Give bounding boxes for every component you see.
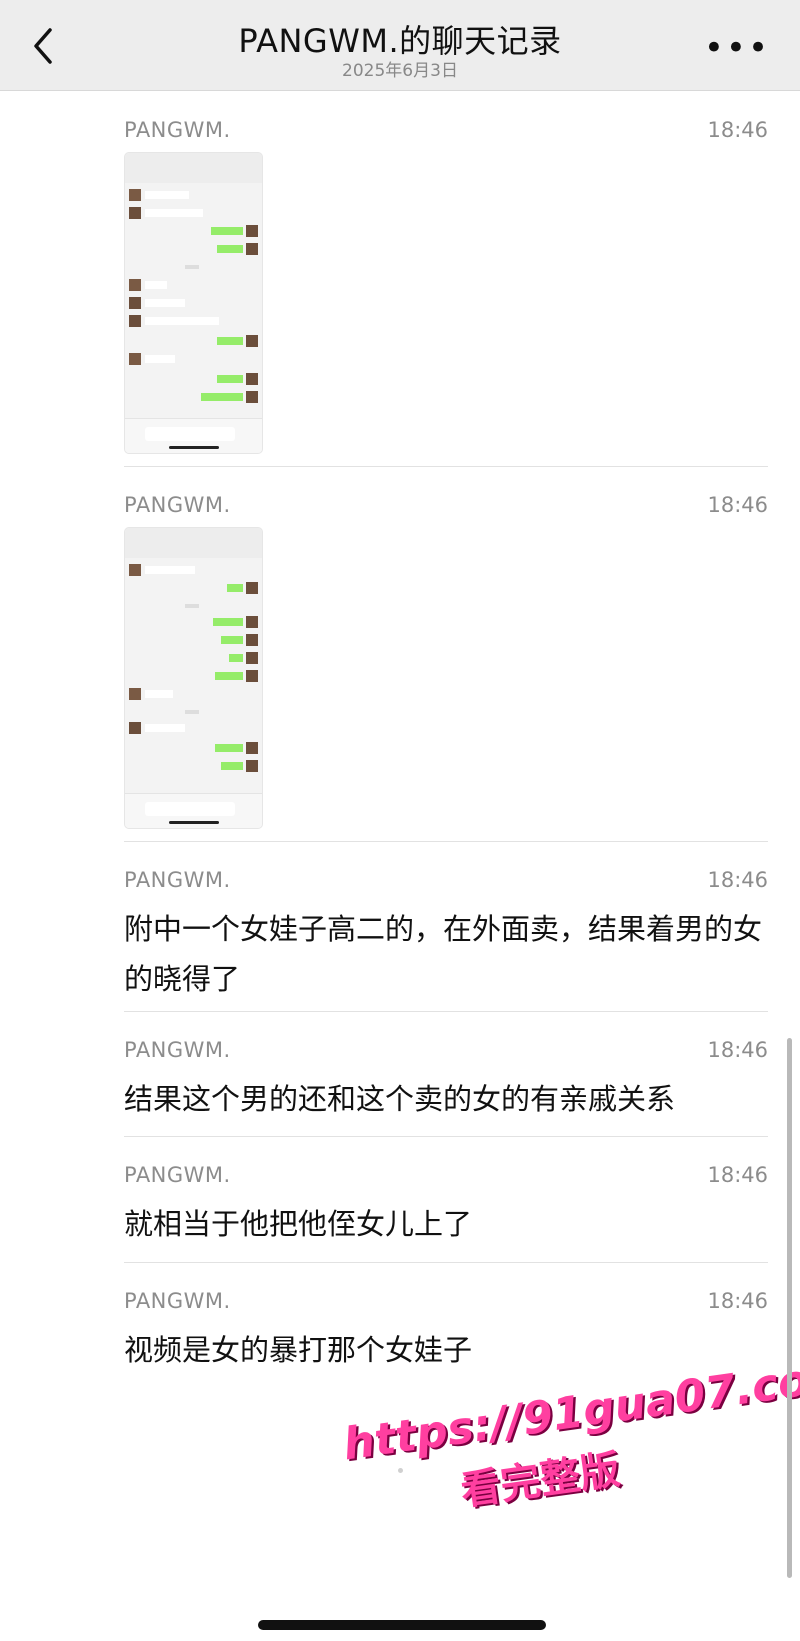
message-time: 18:46 xyxy=(707,118,768,142)
message-item: PANGWM. 18:46 附中一个女娃子高二的，在外面卖，结果着男的女的晓得了 xyxy=(124,868,768,1008)
thumbnail-chat-preview xyxy=(129,189,258,403)
message-sender: PANGWM. xyxy=(124,1038,231,1062)
message-sender: PANGWM. xyxy=(124,1289,231,1313)
message-sender: PANGWM. xyxy=(124,493,231,517)
thumbnail-input xyxy=(145,427,235,441)
thumbnail-input-bar xyxy=(125,793,262,828)
watermark: https://91gua07.com 看完整版 xyxy=(340,1348,800,1549)
message-time: 18:46 xyxy=(707,868,768,892)
message-time: 18:46 xyxy=(707,1289,768,1313)
message-text: 附中一个女娃子高二的，在外面卖，结果着男的女的晓得了 xyxy=(124,912,763,996)
message-item: PANGWM. 18:46 xyxy=(124,118,768,458)
chat-history-header: PANGWM.的聊天记录 2025年6月3日 ••• xyxy=(0,0,800,91)
message-item: PANGWM. 18:46 xyxy=(124,493,768,833)
divider xyxy=(124,1262,768,1263)
message-item: PANGWM. 18:46 就相当于他把他侄女儿上了 xyxy=(124,1163,768,1253)
divider xyxy=(124,1011,768,1012)
divider xyxy=(124,466,768,467)
message-text: 就相当于他把他侄女儿上了 xyxy=(124,1207,473,1241)
screenshot-thumbnail[interactable] xyxy=(124,152,263,454)
message-time: 18:46 xyxy=(707,1163,768,1187)
thumbnail-home-indicator xyxy=(169,446,219,449)
message-time: 18:46 xyxy=(707,1038,768,1062)
thumbnail-home-indicator xyxy=(169,821,219,824)
thumbnail-input-bar xyxy=(125,418,262,453)
thumbnail-top-bar xyxy=(125,528,262,558)
message-sender: PANGWM. xyxy=(124,868,231,892)
message-sender: PANGWM. xyxy=(124,1163,231,1187)
divider xyxy=(124,841,768,842)
more-dots-icon[interactable]: ••• xyxy=(704,28,770,68)
message-text: 结果这个男的还和这个卖的女的有亲戚关系 xyxy=(124,1082,676,1116)
scrollbar[interactable] xyxy=(787,1038,792,1578)
thumbnail-chat-preview xyxy=(129,564,258,772)
message-sender: PANGWM. xyxy=(124,118,231,142)
thumbnail-top-bar xyxy=(125,153,262,183)
home-indicator[interactable] xyxy=(258,1620,546,1630)
thumbnail-input xyxy=(145,802,235,816)
message-time: 18:46 xyxy=(707,493,768,517)
message-text: 视频是女的暴打那个女娃子 xyxy=(124,1333,473,1367)
message-item: PANGWM. 18:46 视频是女的暴打那个女娃子 xyxy=(124,1289,768,1379)
divider xyxy=(124,1136,768,1137)
screenshot-thumbnail[interactable] xyxy=(124,527,263,829)
page-date: 2025年6月3日 xyxy=(342,61,458,81)
message-item: PANGWM. 18:46 结果这个男的还和这个卖的女的有亲戚关系 xyxy=(124,1038,768,1128)
